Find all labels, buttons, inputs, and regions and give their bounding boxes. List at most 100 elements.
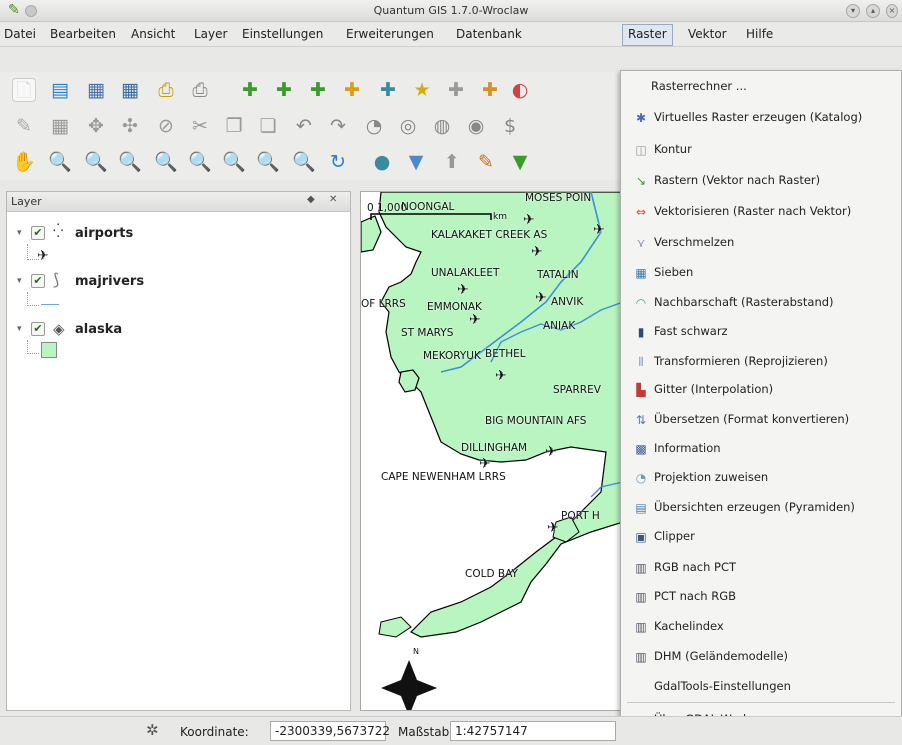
- remove-layer-icon[interactable]: ◐: [508, 78, 532, 102]
- reshape-icon[interactable]: $: [498, 114, 522, 138]
- add-vector-layer-icon[interactable]: ✚: [238, 78, 262, 102]
- open-project-icon[interactable]: ▤: [48, 78, 72, 102]
- menu-item-gitter[interactable]: ▙ Gitter (Interpolation): [621, 377, 901, 403]
- menu-item-uebersichten[interactable]: ▤ Übersichten erzeugen (Pyramiden): [621, 495, 901, 521]
- deselect-icon[interactable]: ⬆: [440, 150, 464, 174]
- menu-bar: Datei Bearbeiten Ansicht Layer Einstellu…: [0, 23, 902, 47]
- menu-item-virtual-raster[interactable]: ✱ Virtuelles Raster erzeugen (Katalog): [621, 105, 901, 131]
- menu-item-clipper[interactable]: ▣ Clipper: [621, 524, 901, 550]
- menu-ansicht[interactable]: Ansicht: [131, 27, 175, 41]
- menu-item-uebersetzen[interactable]: ⇅ Übersetzen (Format konvertieren): [621, 407, 901, 433]
- save-project-icon[interactable]: ▦: [84, 78, 108, 102]
- close-button[interactable]: ×: [886, 4, 898, 18]
- menu-item-nachbarschaft[interactable]: ◠ Nachbarschaft (Rasterabstand): [621, 290, 901, 316]
- menu-item-rasterrechner[interactable]: Rasterrechner ...: [621, 74, 901, 100]
- print-icon[interactable]: ⎙: [188, 78, 212, 102]
- map-label: BIG MOUNTAIN AFS: [485, 415, 587, 427]
- delete-ring-icon[interactable]: ◍: [430, 114, 454, 138]
- maximize-button[interactable]: ▴: [866, 4, 880, 18]
- float-panel-icon[interactable]: ◆: [307, 194, 315, 205]
- save-as-icon[interactable]: ▦: [118, 78, 142, 102]
- add-delimited-layer-icon[interactable]: ✚: [444, 78, 468, 102]
- add-wms-layer-icon[interactable]: ✚: [376, 78, 400, 102]
- paste-features-icon[interactable]: ❏: [256, 114, 280, 138]
- pct-rgb-icon: ▥: [635, 590, 647, 604]
- svg-text:N: N: [413, 647, 419, 656]
- menu-item-verschmelzen[interactable]: ⋎ Verschmelzen: [621, 230, 901, 256]
- zoom-last-icon[interactable]: 🔍: [256, 150, 280, 174]
- pan-icon[interactable]: ✋: [12, 150, 36, 174]
- menu-item-fast-schwarz[interactable]: ▮ Fast schwarz: [621, 319, 901, 345]
- menu-item-vektorisieren[interactable]: ⇔ Vektorisieren (Raster nach Vektor): [621, 199, 901, 225]
- new-shapefile-icon[interactable]: ✚: [478, 78, 502, 102]
- airports-checkbox[interactable]: ✔: [31, 226, 45, 240]
- menu-hilfe[interactable]: Hilfe: [746, 27, 773, 41]
- menu-item-rastern[interactable]: ↘ Rastern (Vektor nach Raster): [621, 168, 901, 194]
- move-feature-icon[interactable]: ✥: [84, 114, 108, 138]
- coordinate-field[interactable]: -2300339,5673722: [270, 721, 390, 741]
- redo-icon[interactable]: ↷: [326, 114, 350, 138]
- add-postgis-layer-icon[interactable]: ✚: [306, 78, 330, 102]
- menu-item-projektion[interactable]: ◔ Projektion zuweisen: [621, 465, 901, 491]
- zoom-out-icon[interactable]: 🔍: [84, 150, 108, 174]
- menu-erweiterungen[interactable]: Erweiterungen: [346, 27, 434, 41]
- add-ring-icon[interactable]: ◔: [362, 114, 386, 138]
- alaska-checkbox[interactable]: ✔: [31, 322, 45, 336]
- menu-item-kachelindex[interactable]: ▥ Kachelindex: [621, 614, 901, 640]
- print-composer-icon[interactable]: ⎙: [154, 78, 178, 102]
- menu-bearbeiten[interactable]: Bearbeiten: [50, 27, 116, 41]
- zoom-native-icon[interactable]: 🔍: [118, 150, 142, 174]
- zoom-in-icon[interactable]: 🔍: [48, 150, 72, 174]
- menu-datei[interactable]: Datei: [4, 27, 36, 41]
- menu-item-rgb-nach-pct[interactable]: ▥ RGB nach PCT: [621, 555, 901, 581]
- identify-icon[interactable]: ●: [370, 150, 394, 174]
- layer-majrivers[interactable]: majrivers: [75, 274, 144, 289]
- delete-selected-icon[interactable]: ⊘: [154, 114, 178, 138]
- refresh-icon[interactable]: ↻: [326, 150, 350, 174]
- map-label: ANVIK: [551, 296, 584, 308]
- collapse-airports-icon[interactable]: ▾: [17, 228, 22, 238]
- layer-panel-header: Layer ◆ ✕: [7, 192, 350, 212]
- zoom-next-icon[interactable]: 🔍: [292, 150, 316, 174]
- menu-einstellungen[interactable]: Einstellungen: [242, 27, 323, 41]
- layer-alaska[interactable]: alaska: [75, 322, 122, 337]
- add-spatialite-layer-icon[interactable]: ✚: [340, 78, 364, 102]
- add-part-icon[interactable]: ◎: [396, 114, 420, 138]
- collapse-majrivers-icon[interactable]: ▾: [17, 276, 22, 286]
- map-canvas[interactable]: N 0 1,000 km NOONGAL MOSES POIN KALAKAKE…: [360, 191, 622, 711]
- close-panel-icon[interactable]: ✕: [329, 194, 337, 205]
- menu-item-information[interactable]: ▩ Information: [621, 436, 901, 462]
- scale-field[interactable]: 1:42757147: [450, 721, 616, 741]
- zoom-full-icon[interactable]: 🔍: [154, 150, 178, 174]
- menu-item-gdaltools-einstellungen[interactable]: GdalTools-Einstellungen: [621, 674, 901, 700]
- menu-item-dhm[interactable]: ▥ DHM (Geländemodelle): [621, 644, 901, 670]
- coordinate-capture-icon[interactable]: ✲: [146, 721, 159, 739]
- undo-icon[interactable]: ↶: [292, 114, 316, 138]
- zoom-selection-icon[interactable]: 🔍: [188, 150, 212, 174]
- menu-raster[interactable]: Raster: [622, 24, 673, 46]
- toggle-editing-icon[interactable]: ✎: [12, 114, 36, 138]
- menu-item-kontur[interactable]: ◫ Kontur: [621, 137, 901, 163]
- measure-icon[interactable]: ✎: [474, 150, 498, 174]
- menu-layer[interactable]: Layer: [194, 27, 227, 41]
- menu-datenbank[interactable]: Datenbank: [456, 27, 522, 41]
- menu-item-transformieren[interactable]: ⦀ Transformieren (Reprojizieren): [621, 349, 901, 375]
- node-tool-icon[interactable]: ✣: [118, 114, 142, 138]
- delete-part-icon[interactable]: ◉: [464, 114, 488, 138]
- majrivers-checkbox[interactable]: ✔: [31, 274, 45, 288]
- add-raster-layer-icon[interactable]: ✚: [272, 78, 296, 102]
- save-edits-icon[interactable]: ▦: [48, 114, 72, 138]
- menu-item-pct-nach-rgb[interactable]: ▥ PCT nach RGB: [621, 584, 901, 610]
- zoom-layer-icon[interactable]: 🔍: [222, 150, 246, 174]
- layer-airports[interactable]: airports: [75, 226, 133, 241]
- collapse-alaska-icon[interactable]: ▾: [17, 324, 22, 334]
- menu-item-sieben[interactable]: ▦ Sieben: [621, 260, 901, 286]
- new-project-icon[interactable]: 🗋: [12, 78, 36, 102]
- cut-features-icon[interactable]: ✂: [188, 114, 212, 138]
- measure-area-icon[interactable]: ▼: [508, 150, 532, 174]
- copy-features-icon[interactable]: ❐: [222, 114, 246, 138]
- select-icon[interactable]: ▼: [404, 150, 428, 174]
- menu-vektor[interactable]: Vektor: [688, 27, 727, 41]
- minimize-button[interactable]: ▾: [846, 4, 860, 18]
- add-wfs-layer-icon[interactable]: ★: [410, 78, 434, 102]
